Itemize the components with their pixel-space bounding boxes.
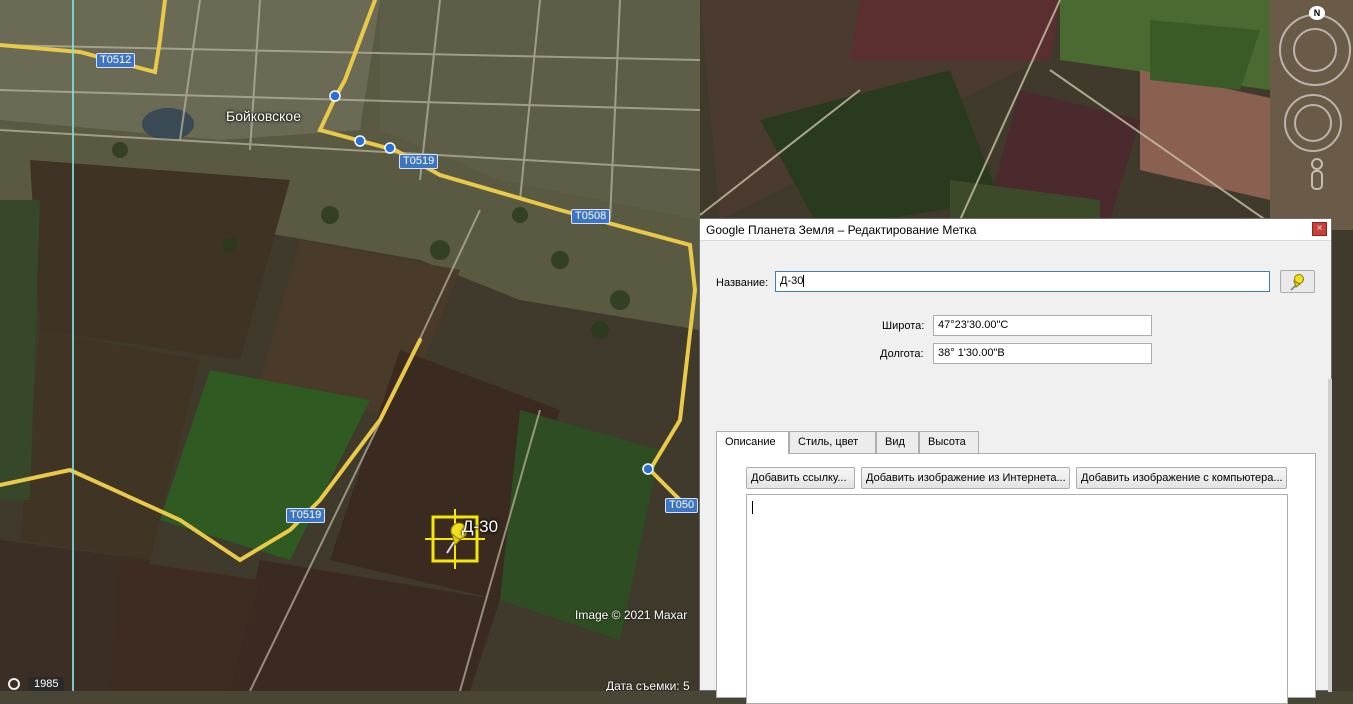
longitude-field[interactable]: 38° 1'30.00"В	[933, 343, 1152, 364]
pegman-icon[interactable]	[1308, 158, 1326, 194]
placemark-label[interactable]: Д-30	[462, 517, 498, 537]
edit-placemark-dialog: Google Планета Земля – Редактирование Ме…	[699, 218, 1332, 704]
placemark-icon-button[interactable]	[1280, 270, 1315, 293]
road-label: T0519	[399, 154, 439, 169]
road-label: T0519	[286, 508, 326, 523]
town-label: Бойковское	[226, 108, 301, 124]
north-compass-icon[interactable]: N	[1309, 6, 1325, 20]
latitude-label: Широта:	[882, 320, 925, 332]
look-control-inner[interactable]	[1293, 28, 1337, 72]
add-local-image-button[interactable]: Добавить изображение с компьютера...	[1076, 467, 1287, 489]
name-label: Название:	[716, 277, 769, 289]
close-button[interactable]: ×	[1312, 222, 1327, 236]
road-label: T0512	[96, 53, 136, 68]
add-link-button[interactable]: Добавить ссылку...	[746, 467, 855, 489]
text-caret	[752, 501, 753, 514]
tab-altitude[interactable]: Высота	[919, 431, 979, 453]
history-clock-icon[interactable]	[8, 678, 20, 690]
latitude-field[interactable]: 47°23'30.00"С	[933, 315, 1152, 336]
description-tab-panel: Добавить ссылку... Добавить изображение …	[716, 453, 1316, 704]
tab-style-color[interactable]: Стиль, цвет	[789, 431, 876, 453]
history-year-badge[interactable]: 1985	[28, 677, 65, 691]
tab-view[interactable]: Вид	[876, 431, 919, 453]
longitude-label: Долгота:	[880, 348, 924, 360]
scale-guide-line	[72, 0, 74, 691]
move-control-inner[interactable]	[1294, 104, 1332, 142]
name-field[interactable]: Д-30	[775, 271, 1270, 292]
description-textarea[interactable]	[746, 494, 1288, 704]
capture-date: Дата съемки: 5	[606, 679, 690, 691]
dialog-title: Google Планета Земля – Редактирование Ме…	[706, 223, 977, 237]
dialog-scrollbar[interactable]	[1328, 379, 1332, 692]
road-label: T050	[665, 498, 699, 513]
pushpin-icon	[1290, 274, 1304, 291]
tab-description[interactable]: Описание	[716, 431, 789, 454]
imagery-attribution: Image © 2021 Maxar	[575, 608, 688, 622]
dialog-titlebar[interactable]: Google Планета Земля – Редактирование Ме…	[700, 219, 1331, 241]
add-web-image-button[interactable]: Добавить изображение из Интернета...	[861, 467, 1070, 489]
road-label: T0508	[571, 209, 611, 224]
name-field-value: Д-30	[780, 275, 804, 287]
